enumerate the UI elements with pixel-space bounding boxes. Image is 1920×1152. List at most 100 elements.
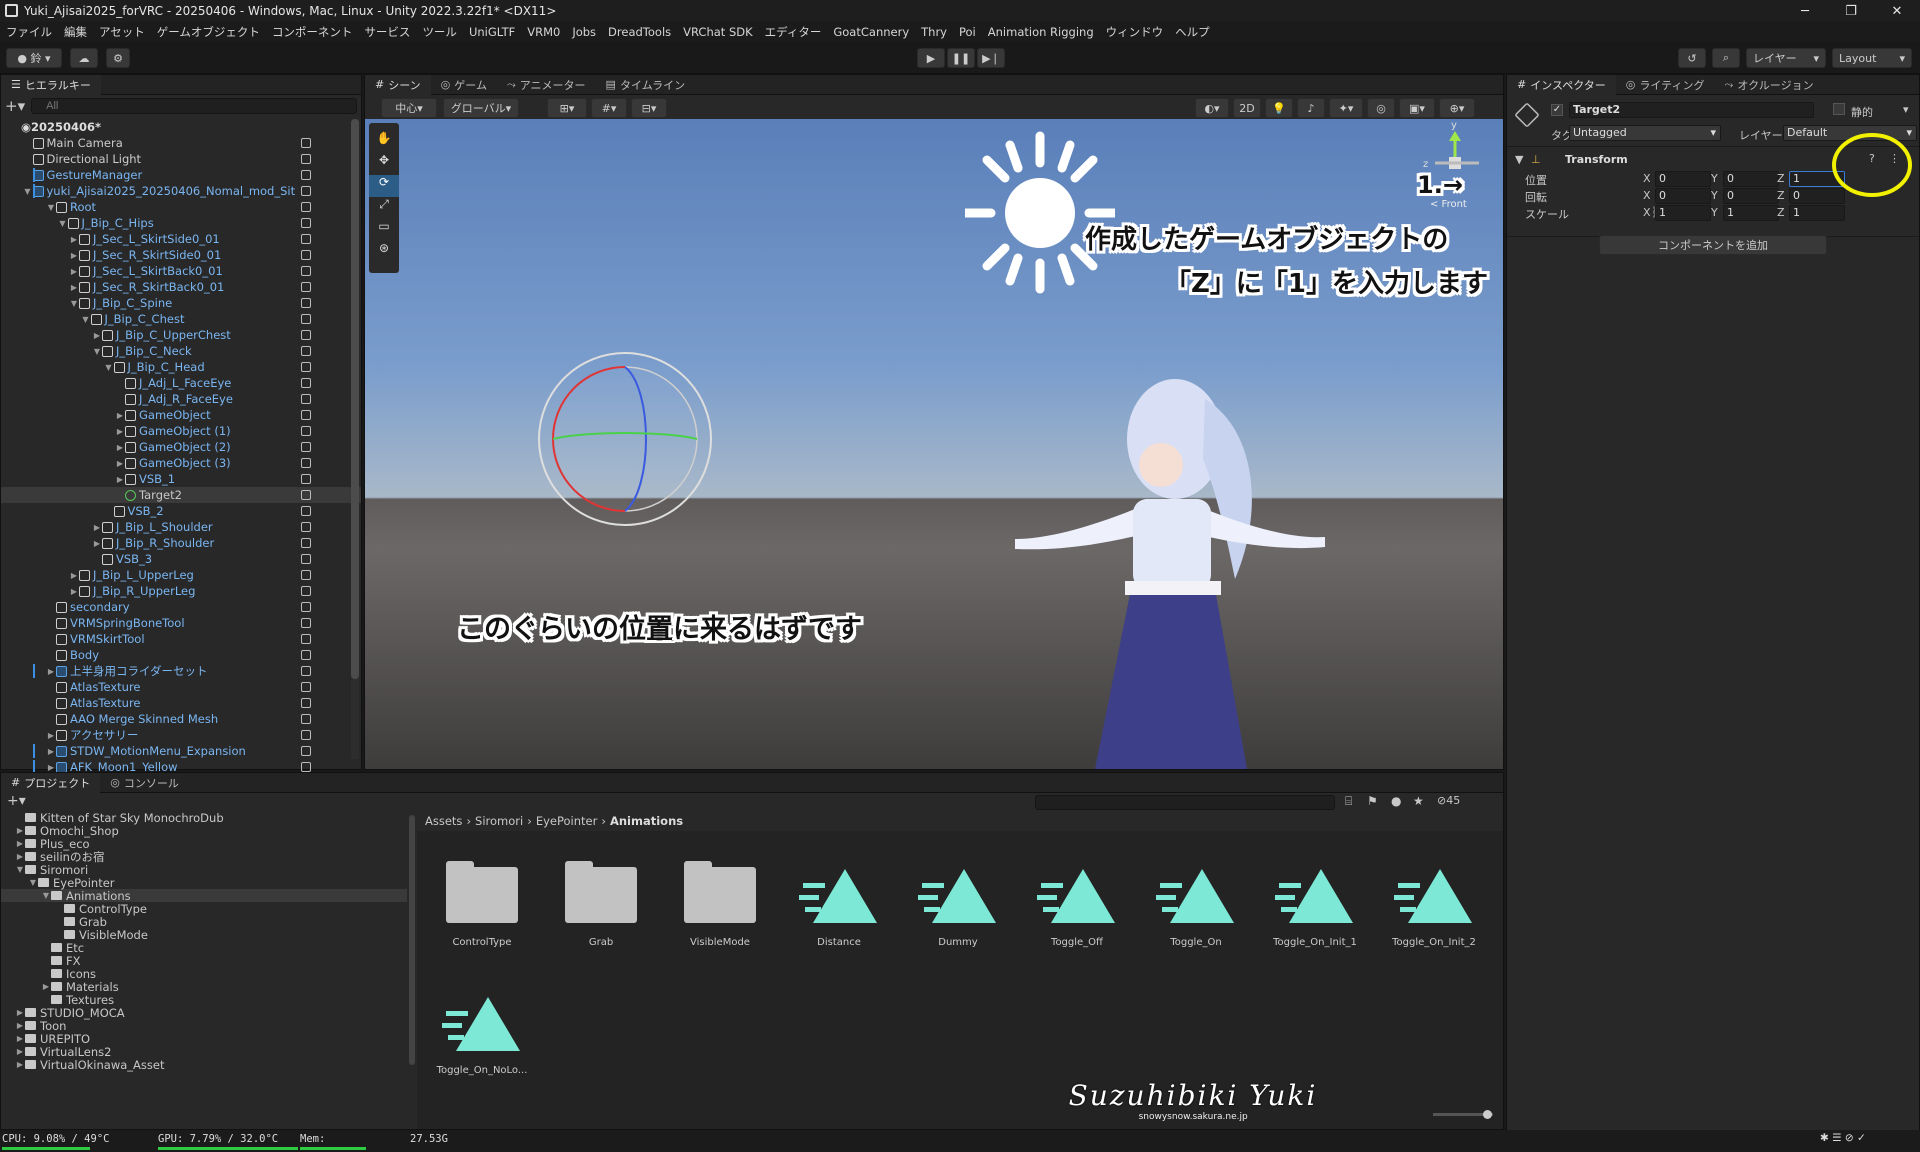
expand-arrow-icon[interactable]: ▼: [69, 299, 79, 308]
collapse-arrow-icon[interactable]: ▶: [69, 587, 79, 596]
collapse-arrow-icon[interactable]: ▶: [69, 283, 79, 292]
expand-arrow-icon[interactable]: ▶: [15, 1021, 25, 1030]
menu-item[interactable]: Thry: [921, 25, 947, 39]
expand-arrow-icon[interactable]: ▶: [15, 826, 25, 835]
menu-item[interactable]: ファイル: [6, 24, 52, 40]
hierarchy-row[interactable]: AtlasTexture: [1, 695, 361, 711]
filter-icon[interactable]: ⌸: [1345, 794, 1352, 809]
expand-arrow-icon[interactable]: ▶: [15, 1060, 25, 1069]
pivot-dropdown[interactable]: 中心 ▾: [381, 98, 437, 118]
tab-0[interactable]: # インスペクター: [1507, 74, 1616, 95]
rotate-tool-icon[interactable]: ⟳: [369, 175, 399, 197]
add-icon[interactable]: +▾: [7, 793, 26, 809]
expand-arrow-icon[interactable]: ▼: [104, 363, 114, 372]
hierarchy-row[interactable]: AtlasTexture: [1, 679, 361, 695]
hierarchy-row[interactable]: VSB_3: [1, 551, 361, 567]
project-tree-row[interactable]: Textures: [1, 993, 407, 1007]
project-tree-row[interactable]: ▼ Siromori: [1, 863, 407, 877]
collapse-arrow-icon[interactable]: ▶: [46, 731, 56, 740]
tab-2[interactable]: ⤳ オクルージョン: [1715, 75, 1824, 95]
effects-icon[interactable]: ✦▾: [1329, 98, 1363, 118]
scene-viewport[interactable]: ✋ ✥ ⟳ ⤢ ▭ ⊛ 作成したゲームオブジェクトの 「Z」に「1」を入力します…: [365, 119, 1503, 769]
collapse-arrow-icon[interactable]: ▶: [115, 427, 125, 436]
hierarchy-row[interactable]: Main Camera: [1, 135, 361, 151]
hierarchy-row[interactable]: AAO Merge Skinned Mesh: [1, 711, 361, 727]
tab-2[interactable]: ⤳ アニメーター: [497, 75, 596, 95]
rotation-gizmo[interactable]: [535, 349, 715, 529]
active-checkbox[interactable]: ✓: [1551, 104, 1563, 116]
label-icon[interactable]: ⚑: [1367, 794, 1378, 808]
transform-y-field[interactable]: 0: [1723, 188, 1779, 204]
menu-item[interactable]: Jobs: [572, 25, 596, 39]
expand-arrow-icon[interactable]: ▼: [28, 878, 38, 887]
hierarchy-row[interactable]: ▶ GameObject (3): [1, 455, 361, 471]
transform-x-field[interactable]: 1: [1655, 205, 1711, 221]
menu-item[interactable]: サービス: [364, 24, 410, 40]
project-tree-row[interactable]: ▶ Toon: [1, 1019, 407, 1033]
asset-folder[interactable]: ControlType: [427, 861, 537, 948]
hierarchy-row[interactable]: J_Adj_R_FaceEye: [1, 391, 361, 407]
hierarchy-row[interactable]: J_Adj_L_FaceEye: [1, 375, 361, 391]
tab-1[interactable]: ◎ コンソール: [100, 773, 189, 793]
hierarchy-row[interactable]: ▶ STDW_MotionMenu_Expansion: [1, 743, 361, 759]
hierarchy-row[interactable]: ▼ J_Bip_C_Chest: [1, 311, 361, 327]
layout-dropdown[interactable]: Layout ▾: [1832, 48, 1912, 68]
zoom-slider[interactable]: [1433, 1110, 1493, 1119]
expand-arrow-icon[interactable]: ▼: [58, 219, 68, 228]
favorite-icon[interactable]: ★: [1413, 794, 1424, 808]
tab-1[interactable]: ◎ ライティング: [1616, 75, 1715, 95]
visibility-icon[interactable]: ◎: [1367, 98, 1395, 118]
transform-z-field[interactable]: 1: [1789, 205, 1845, 221]
asset-animation[interactable]: Toggle_On: [1141, 867, 1251, 948]
hierarchy-row[interactable]: ▶ J_Bip_C_UpperChest: [1, 327, 361, 343]
asset-folder[interactable]: Grab: [546, 861, 656, 948]
search-icon[interactable]: ⌕: [1712, 48, 1740, 68]
expand-arrow-icon[interactable]: ▼: [46, 203, 56, 212]
add-icon[interactable]: +▾: [5, 97, 25, 115]
hierarchy-row[interactable]: VSB_2: [1, 503, 361, 519]
expand-arrow-icon[interactable]: ▶: [41, 982, 51, 991]
collapse-arrow-icon[interactable]: ▶: [46, 667, 56, 676]
play-button[interactable]: ▶: [917, 48, 945, 68]
collapse-arrow-icon[interactable]: ▶: [115, 459, 125, 468]
project-tree-row[interactable]: Icons: [1, 967, 407, 981]
asset-folder[interactable]: VisibleMode: [665, 861, 775, 948]
collapse-arrow-icon[interactable]: ▶: [92, 523, 102, 532]
collapse-arrow-icon[interactable]: ▶: [92, 539, 102, 548]
hierarchy-row[interactable]: ▶ GameObject (1): [1, 423, 361, 439]
menu-item[interactable]: GoatCannery: [833, 25, 909, 39]
hierarchy-row[interactable]: ▶ J_Bip_R_UpperLeg: [1, 583, 361, 599]
menu-item[interactable]: Animation Rigging: [988, 25, 1094, 39]
expand-arrow-icon[interactable]: ▶: [15, 1047, 25, 1056]
asset-animation[interactable]: Toggle_Off: [1022, 867, 1132, 948]
layers-dropdown[interactable]: レイヤー ▾: [1746, 48, 1826, 68]
hierarchy-row[interactable]: ▼ J_Bip_C_Head: [1, 359, 361, 375]
hierarchy-row[interactable]: ▼ Root: [1, 199, 361, 215]
menu-item[interactable]: コンポーネント: [272, 24, 353, 40]
ruler-icon[interactable]: ⊟▾: [631, 98, 667, 118]
asset-animation[interactable]: Toggle_On_Init_2: [1379, 867, 1489, 948]
asset-animation[interactable]: Dummy: [903, 867, 1013, 948]
project-tree-row[interactable]: ▶ VirtualLens2: [1, 1045, 407, 1059]
hierarchy-row[interactable]: ▶ VSB_1: [1, 471, 361, 487]
move-tool-icon[interactable]: ✥: [369, 153, 399, 175]
tab-0[interactable]: # シーン: [365, 75, 431, 95]
project-tree-row[interactable]: FX: [1, 954, 407, 968]
hierarchy-row[interactable]: ◉ 20250406*: [1, 119, 361, 135]
orientation-gizmo[interactable]: y z: [1405, 119, 1501, 199]
hierarchy-row[interactable]: ▶ J_Bip_L_Shoulder: [1, 519, 361, 535]
hierarchy-row[interactable]: Directional Light: [1, 151, 361, 167]
collapse-arrow-icon[interactable]: ▶: [115, 443, 125, 452]
menu-item[interactable]: Poi: [959, 25, 976, 39]
expand-arrow-icon[interactable]: ▼: [92, 347, 102, 356]
hierarchy-row[interactable]: ▶ J_Bip_L_UpperLeg: [1, 567, 361, 583]
grid-icon[interactable]: #▾: [591, 98, 627, 118]
breadcrumb-item[interactable]: Assets: [425, 814, 462, 828]
hierarchy-row[interactable]: VRMSpringBoneTool: [1, 615, 361, 631]
project-tree-row[interactable]: Etc: [1, 941, 407, 955]
collapse-arrow-icon[interactable]: ▶: [46, 747, 56, 756]
collapse-arrow-icon[interactable]: ▶: [46, 763, 56, 772]
asset-animation[interactable]: Toggle_On_Init_1: [1260, 867, 1370, 948]
menu-item[interactable]: エディター: [765, 24, 822, 40]
asset-animation[interactable]: Toggle_On_NoLo...: [427, 995, 537, 1076]
